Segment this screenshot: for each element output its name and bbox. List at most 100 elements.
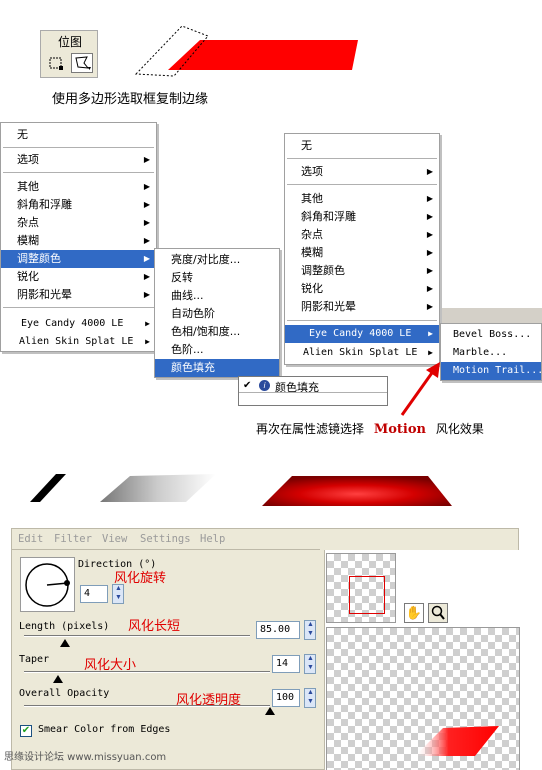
- spin-down-icon: ▼: [307, 630, 314, 637]
- menu-separator: [3, 147, 154, 148]
- menu-item-adjust-color[interactable]: 调整颜色 ▶: [285, 262, 439, 280]
- step2-caption: 再次在属性滤镜选择 Motion 风化效果: [256, 420, 484, 437]
- menu-item-eye-candy[interactable]: Eye Candy 4000 LE ▶: [285, 325, 439, 343]
- submenu-arrow-icon: ▶: [426, 194, 433, 203]
- submenu-arrow-icon: ▶: [426, 167, 433, 176]
- direction-dial-box[interactable]: [20, 557, 75, 612]
- checkmark-icon[interactable]: ✔: [243, 380, 251, 391]
- menu-help[interactable]: Help: [200, 533, 225, 545]
- submenu-arrow-icon: ▶: [426, 212, 433, 221]
- menu-separator: [3, 172, 154, 173]
- spin-up-icon: ▲: [115, 585, 122, 592]
- menu-item-bevel-emboss[interactable]: 斜角和浮雕 ▶: [285, 208, 439, 226]
- submenu-item-curves[interactable]: 曲线...: [155, 287, 279, 305]
- marquee-tool-button[interactable]: [45, 53, 67, 73]
- menu-item-alien-skin[interactable]: Alien Skin Splat LE ▶: [1, 333, 156, 351]
- taper-slider-track[interactable]: [24, 671, 270, 673]
- result-shapes: [30, 474, 452, 506]
- opacity-slider-track[interactable]: [24, 705, 270, 707]
- submenu-arrow-icon: ▶: [426, 302, 433, 311]
- menu-item-shadow-glow[interactable]: 阴影和光晕 ▶: [285, 298, 439, 316]
- length-slider-track[interactable]: [24, 635, 250, 637]
- taper-input[interactable]: 14: [272, 655, 300, 673]
- menu-filter[interactable]: Filter: [54, 533, 92, 545]
- polygon-lasso-tool-button[interactable]: [71, 53, 93, 73]
- eye-candy-submenu: Bevel Boss... Marble... Motion Trail...: [440, 323, 542, 381]
- submenu-item-marble[interactable]: Marble...: [441, 344, 541, 362]
- menu-item-sharpen[interactable]: 锐化 ▶: [1, 268, 156, 286]
- menu-item-none[interactable]: 无: [285, 137, 439, 155]
- menu-item-noise[interactable]: 杂点 ▶: [1, 214, 156, 232]
- menu-separator: [287, 158, 437, 159]
- menu-item-eye-candy[interactable]: Eye Candy 4000 LE ▶: [1, 315, 156, 333]
- menu-separator: [287, 184, 437, 185]
- submenu-item-auto-levels[interactable]: 自动色阶: [155, 305, 279, 323]
- menu-item-bevel-emboss[interactable]: 斜角和浮雕 ▶: [1, 196, 156, 214]
- menu-item-shadow-glow[interactable]: 阴影和光晕 ▶: [1, 286, 156, 304]
- submenu-arrow-icon: ▶: [143, 218, 150, 227]
- menu-item-blur[interactable]: 模糊 ▶: [1, 232, 156, 250]
- menu-item-options[interactable]: 选项 ▶: [285, 163, 439, 181]
- taper-slider-thumb[interactable]: [53, 675, 64, 683]
- step2-motion: Motion: [373, 422, 426, 437]
- polygon-selection-illustration: [134, 25, 358, 77]
- length-slider-thumb[interactable]: [59, 639, 70, 647]
- filter-menu-left: 无 选项 ▶ 其他 ▶ 斜角和浮雕 ▶ 杂点 ▶ 模糊 ▶ 调整颜色 ▶ 锐化 ▶ 阴影和光晕…: [0, 122, 157, 352]
- polygon-lasso-icon: [75, 56, 91, 70]
- menu-item-other[interactable]: 其他 ▶: [1, 178, 156, 196]
- length-spinner[interactable]: ▲ ▼: [304, 620, 316, 640]
- smear-label: Smear Color from Edges: [38, 724, 171, 735]
- menu-edit[interactable]: Edit: [18, 533, 43, 545]
- submenu-item-color-fill[interactable]: 颜色填充: [155, 359, 279, 377]
- submenu-arrow-icon: ▶: [145, 319, 150, 328]
- menu-item-sharpen[interactable]: 锐化 ▶: [285, 280, 439, 298]
- submenu-item-hue-saturation[interactable]: 色相/饱和度...: [155, 323, 279, 341]
- red-shape: [168, 40, 358, 70]
- menubar-divider: [12, 549, 320, 550]
- spin-up-icon: ▲: [307, 655, 314, 662]
- filter-list-panel: ✔ i 颜色填充: [238, 376, 388, 406]
- menu-item-adjust-color[interactable]: 调整颜色 ▶: [1, 250, 156, 268]
- filter-info-icon[interactable]: i: [259, 380, 270, 391]
- opacity-slider-thumb[interactable]: [265, 707, 275, 715]
- opacity-input[interactable]: 100: [272, 689, 300, 707]
- taper-spinner[interactable]: ▲ ▼: [304, 654, 316, 674]
- direction-input[interactable]: 4: [80, 585, 108, 603]
- zoom-tool-icon[interactable]: [428, 603, 448, 623]
- submenu-arrow-icon: ▶: [428, 329, 433, 338]
- bitmap-tool-palette: 位图: [40, 30, 98, 78]
- menu-item-options[interactable]: 选项 ▶: [1, 151, 156, 169]
- menu-item-noise[interactable]: 杂点 ▶: [285, 226, 439, 244]
- marquee-icon: [49, 57, 63, 70]
- navigator-thumbnail[interactable]: [326, 553, 396, 623]
- submenu-item-invert[interactable]: 反转: [155, 269, 279, 287]
- submenu-arrow-icon: ▶: [143, 254, 150, 263]
- submenu-arrow-icon: ▶: [143, 200, 150, 209]
- navigator-view-rect[interactable]: [349, 576, 385, 614]
- opacity-label: Overall Opacity: [19, 688, 110, 699]
- menu-view[interactable]: View: [102, 533, 127, 545]
- submenu-item-bevel-boss[interactable]: Bevel Boss...: [441, 326, 541, 344]
- menu-item-other[interactable]: 其他 ▶: [285, 190, 439, 208]
- hand-tool-icon[interactable]: ✋: [404, 603, 424, 623]
- smear-checkbox[interactable]: ✔: [20, 725, 32, 737]
- preview-trail-shape: [415, 726, 499, 756]
- filter-menu-right: 无 选项 ▶ 其他 ▶ 斜角和浮雕 ▶ 杂点 ▶ 模糊 ▶ 调整颜色 ▶ 锐化 ▶ 阴影和光晕…: [284, 133, 440, 365]
- dialog-menubar: Edit Filter View Settings Help: [12, 529, 518, 549]
- direction-dial-icon: [25, 563, 70, 607]
- submenu-item-motion-trail[interactable]: Motion Trail...: [441, 362, 542, 380]
- submenu-item-brightness-contrast[interactable]: 亮度/对比度...: [155, 251, 279, 269]
- direction-spinner[interactable]: ▲ ▼: [112, 584, 124, 604]
- menu-item-blur[interactable]: 模糊 ▶: [285, 244, 439, 262]
- submenu-arrow-icon: ▶: [143, 290, 150, 299]
- preview-canvas[interactable]: [326, 627, 520, 770]
- opacity-spinner[interactable]: ▲ ▼: [304, 688, 316, 708]
- list-divider: [239, 392, 387, 393]
- menu-item-none[interactable]: 无: [1, 126, 156, 144]
- submenu-item-levels[interactable]: 色阶...: [155, 341, 279, 359]
- length-note: 风化长短: [128, 619, 181, 634]
- length-input[interactable]: 85.00: [256, 621, 300, 639]
- motion-trail-dialog: Edit Filter View Settings Help Direction…: [11, 528, 520, 770]
- submenu-arrow-icon: ▶: [143, 182, 150, 191]
- menu-settings[interactable]: Settings: [140, 533, 191, 545]
